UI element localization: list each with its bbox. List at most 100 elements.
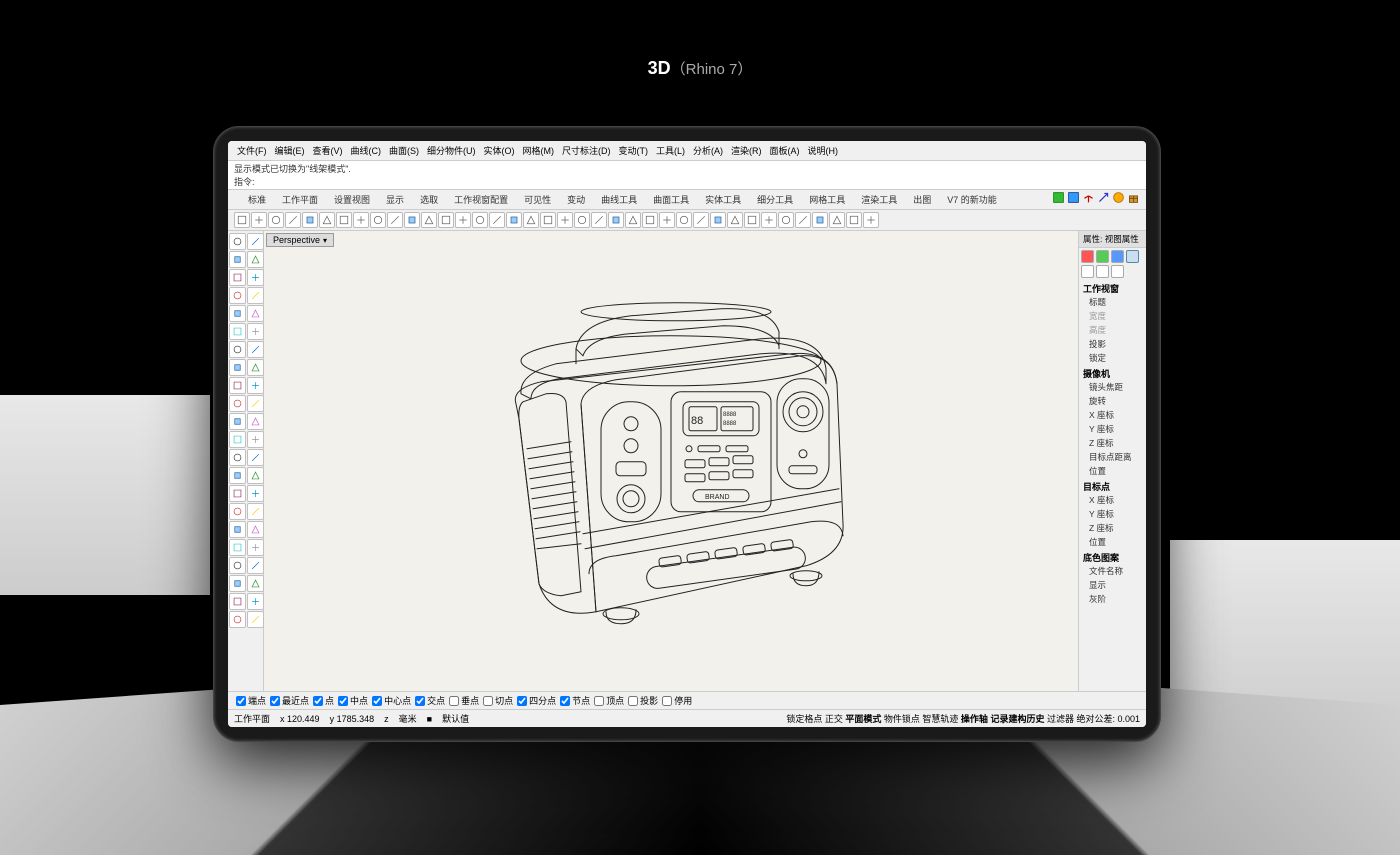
tool-tab[interactable]: 显示 [386, 193, 404, 206]
tool-button[interactable] [247, 341, 264, 358]
status-toggle[interactable]: 正交 [825, 714, 846, 724]
tool-button[interactable] [229, 233, 246, 250]
tool-button[interactable] [229, 287, 246, 304]
props-item[interactable]: 文件名称 [1079, 564, 1146, 578]
toolbar-button[interactable] [438, 212, 454, 228]
prop-icon-6[interactable] [1096, 265, 1109, 278]
status-toggle[interactable]: 记录建构历史 [990, 714, 1047, 724]
tool-button[interactable] [247, 485, 264, 502]
osnap-option[interactable]: 交点 [415, 694, 445, 707]
tool-button[interactable] [247, 503, 264, 520]
status-layer[interactable]: 默认值 [442, 712, 469, 725]
status-toggle[interactable]: 平面模式 [845, 714, 884, 724]
menu-item[interactable]: 渲染(R) [728, 143, 765, 158]
tool-button[interactable] [247, 413, 264, 430]
osnap-option[interactable]: 中点 [338, 694, 368, 707]
status-toggle[interactable]: 物件锁点 [884, 714, 923, 724]
props-item[interactable]: 位置 [1079, 535, 1146, 549]
tool-button[interactable] [247, 287, 264, 304]
toolbar-button[interactable] [676, 212, 692, 228]
tool-button[interactable] [229, 413, 246, 430]
toolbar-button[interactable] [625, 212, 641, 228]
tool-button[interactable] [247, 377, 264, 394]
status-toggle[interactable]: 绝对公差: 0.001 [1076, 714, 1140, 724]
tool-tab[interactable]: 渲染工具 [861, 193, 897, 206]
toolbar-button[interactable] [557, 212, 573, 228]
tool-button[interactable] [229, 395, 246, 412]
osnap-option[interactable]: 切点 [483, 694, 513, 707]
tool-tab[interactable]: 实体工具 [705, 193, 741, 206]
menu-item[interactable]: 网格(M) [520, 143, 558, 158]
menu-item[interactable]: 曲线(C) [348, 143, 385, 158]
toolbar-button[interactable] [778, 212, 794, 228]
cube-green-icon[interactable] [1052, 191, 1065, 204]
tool-button[interactable] [229, 269, 246, 286]
tool-button[interactable] [229, 251, 246, 268]
menu-item[interactable]: 编辑(E) [272, 143, 308, 158]
tool-button[interactable] [247, 431, 264, 448]
toolbar-button[interactable] [812, 212, 828, 228]
palette-icon[interactable] [1112, 191, 1125, 204]
status-toggle[interactable]: 过滤器 [1047, 714, 1077, 724]
tool-tab[interactable]: 网格工具 [809, 193, 845, 206]
cube-blue-icon[interactable] [1067, 191, 1080, 204]
tool-button[interactable] [247, 359, 264, 376]
tool-button[interactable] [229, 485, 246, 502]
menu-item[interactable]: 曲面(S) [386, 143, 422, 158]
viewport[interactable]: Perspective [264, 231, 1078, 691]
tool-button[interactable] [247, 449, 264, 466]
tool-button[interactable] [229, 611, 246, 628]
toolbar-button[interactable] [659, 212, 675, 228]
viewport-tab[interactable]: Perspective [266, 233, 334, 247]
toolbar-button[interactable] [506, 212, 522, 228]
tool-button[interactable] [247, 539, 264, 556]
tool-tab[interactable]: 变动 [567, 193, 585, 206]
tool-button[interactable] [247, 395, 264, 412]
arrow-icon[interactable] [1097, 191, 1110, 204]
toolbar-button[interactable] [285, 212, 301, 228]
menu-item[interactable]: 文件(F) [234, 143, 270, 158]
tool-button[interactable] [247, 557, 264, 574]
toolbar-button[interactable] [336, 212, 352, 228]
tool-button[interactable] [229, 377, 246, 394]
osnap-option[interactable]: 顶点 [594, 694, 624, 707]
tool-tab[interactable]: 细分工具 [757, 193, 793, 206]
toolbar-button[interactable] [591, 212, 607, 228]
toolbar-button[interactable] [455, 212, 471, 228]
props-item[interactable]: 标题 [1079, 295, 1146, 309]
tool-button[interactable] [247, 251, 264, 268]
command-line[interactable]: 显示模式已切换为"线架模式". 指令: [228, 161, 1146, 190]
toolbar-button[interactable] [404, 212, 420, 228]
tool-button[interactable] [229, 467, 246, 484]
props-item[interactable]: Y 座标 [1079, 507, 1146, 521]
toolbar-button[interactable] [523, 212, 539, 228]
tool-tab[interactable]: 曲面工具 [653, 193, 689, 206]
toolbar-button[interactable] [744, 212, 760, 228]
tool-button[interactable] [229, 593, 246, 610]
props-item[interactable]: Z 座标 [1079, 436, 1146, 450]
props-item[interactable]: 位置 [1079, 464, 1146, 478]
menu-item[interactable]: 变动(T) [616, 143, 652, 158]
tool-button[interactable] [247, 305, 264, 322]
props-item[interactable]: 投影 [1079, 337, 1146, 351]
toolbar-button[interactable] [846, 212, 862, 228]
tool-button[interactable] [229, 359, 246, 376]
toolbar-button[interactable] [387, 212, 403, 228]
tool-button[interactable] [229, 305, 246, 322]
tool-button[interactable] [229, 539, 246, 556]
tool-button[interactable] [247, 575, 264, 592]
osnap-option[interactable]: 停用 [662, 694, 692, 707]
props-item[interactable]: Y 座标 [1079, 422, 1146, 436]
toolbar-button[interactable] [319, 212, 335, 228]
menu-item[interactable]: 尺寸标注(D) [559, 143, 614, 158]
tool-tab[interactable]: 设置视图 [334, 193, 370, 206]
props-item[interactable]: 旋转 [1079, 394, 1146, 408]
prop-icon-camera[interactable] [1126, 250, 1139, 263]
menu-item[interactable]: 分析(A) [690, 143, 726, 158]
axis-icon[interactable] [1082, 191, 1095, 204]
toolbar-button[interactable] [251, 212, 267, 228]
props-item[interactable]: 灰阶 [1079, 592, 1146, 606]
toolbar-button[interactable] [829, 212, 845, 228]
tool-button[interactable] [229, 449, 246, 466]
tool-button[interactable] [229, 521, 246, 538]
